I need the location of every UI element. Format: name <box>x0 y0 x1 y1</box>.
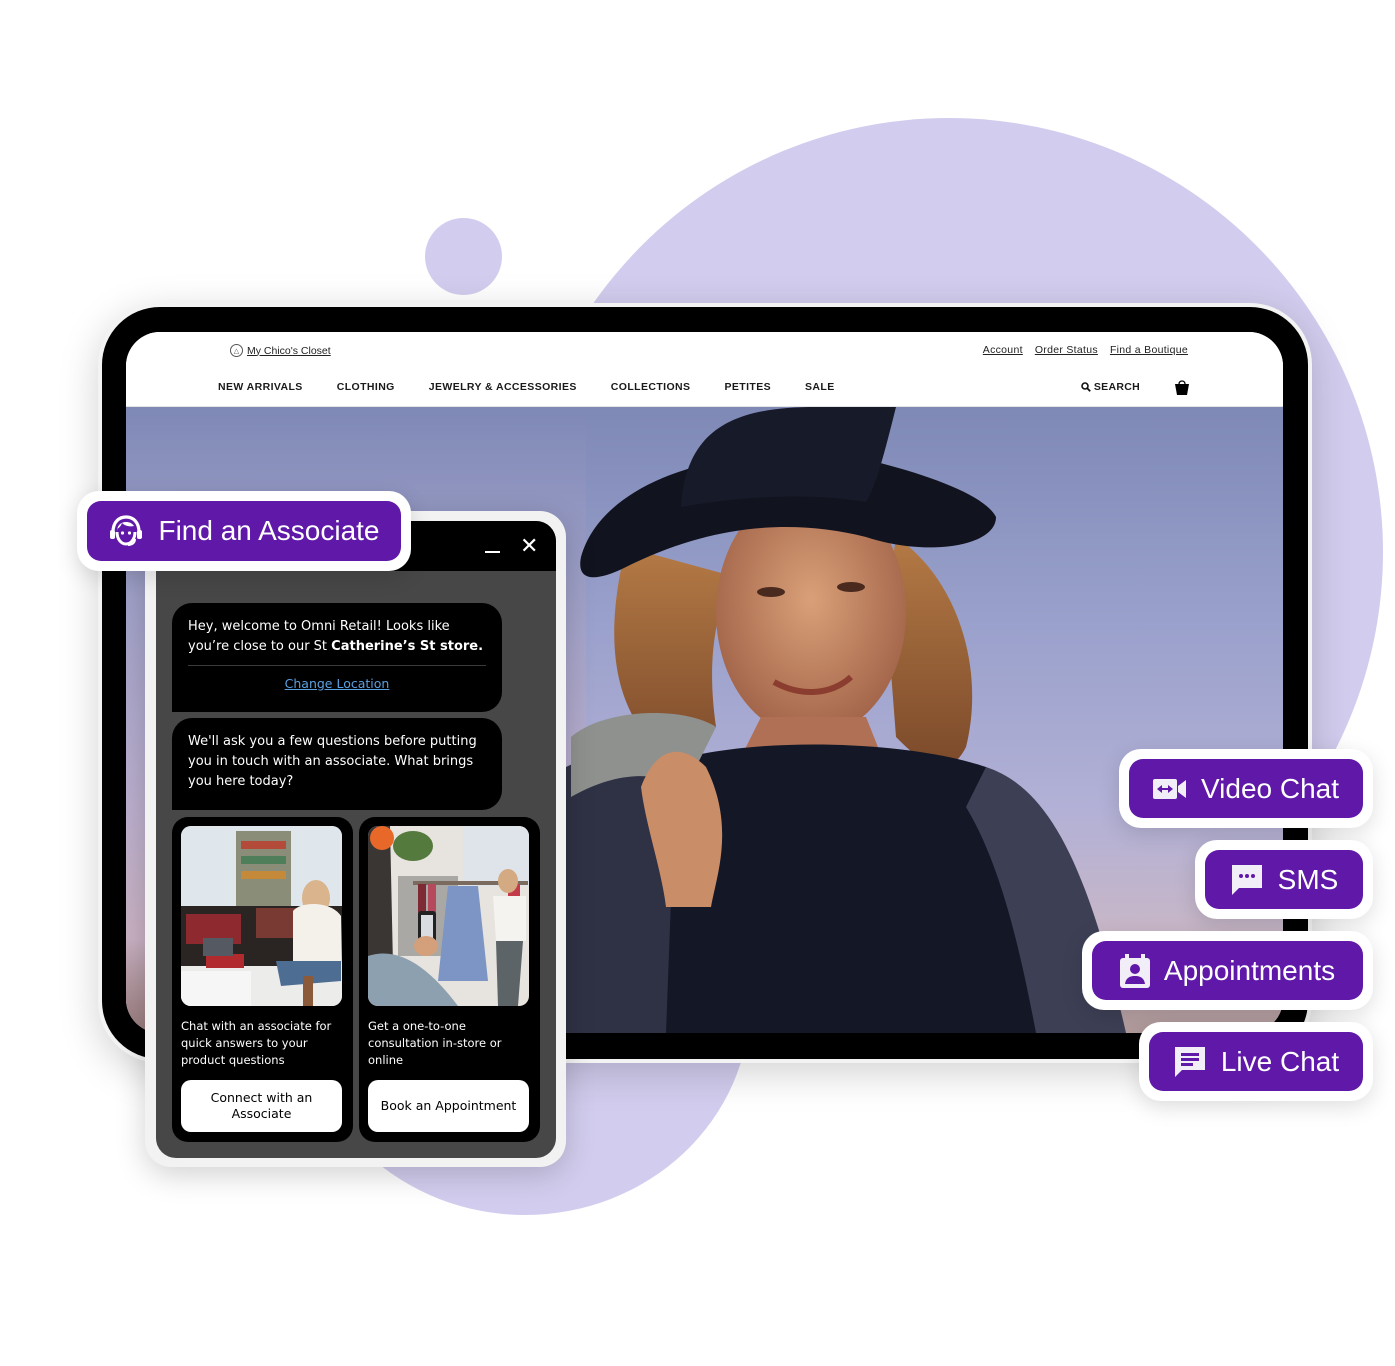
sms-icon <box>1231 864 1262 895</box>
store-name: Catherine’s St store. <box>331 639 484 654</box>
question-message: We'll ask you a few questions before put… <box>172 718 502 810</box>
video-camera-icon <box>1152 778 1186 799</box>
sms-button[interactable]: SMS <box>1205 850 1363 909</box>
nav-new-arrivals[interactable]: NEW ARRIVALS <box>218 381 303 393</box>
video-chat-label: Video Chat <box>1200 772 1340 804</box>
find-associate-button[interactable]: Find an Associate <box>87 501 401 561</box>
option-card-appointment: Get a one-to-one consultation in-store o… <box>359 817 540 1142</box>
nav-jewelry-accessories[interactable]: JEWELRY & ACCESSORIES <box>429 381 577 393</box>
option-description: Chat with an associate for quick answers… <box>181 1019 332 1067</box>
hanger-icon: △ <box>230 344 243 357</box>
sms-frame: SMS <box>1195 840 1373 919</box>
live-chat-label: Live Chat <box>1220 1045 1340 1077</box>
live-chat-frame: Live Chat <box>1139 1022 1373 1101</box>
order-status-link[interactable]: Order Status <box>1035 344 1098 356</box>
background-circle-small <box>425 218 502 295</box>
search-label: SEARCH <box>1093 381 1140 393</box>
nav-sale[interactable]: SALE <box>805 381 835 393</box>
main-nav: NEW ARRIVALS CLOTHING JEWELRY & ACCESSOR… <box>218 381 835 393</box>
sms-label: SMS <box>1277 863 1339 895</box>
search-icon <box>1081 382 1091 392</box>
find-associate-frame: Find an Associate <box>77 491 411 571</box>
headset-agent-icon <box>110 515 143 546</box>
shopping-bag-icon[interactable] <box>1174 378 1190 396</box>
welcome-message: Hey, welcome to Omni Retail! Looks like … <box>172 603 502 712</box>
search-button[interactable]: SEARCH <box>1081 381 1140 393</box>
book-appointment-button[interactable]: Book an Appointment <box>368 1080 529 1132</box>
live-chat-button[interactable]: Live Chat <box>1149 1032 1363 1091</box>
closet-link[interactable]: △ My Chico's Closet <box>230 344 331 357</box>
video-chat-frame: Video Chat <box>1119 749 1373 828</box>
appointments-frame: Appointments <box>1082 931 1373 1010</box>
boutique-consultation-photo <box>368 826 529 1006</box>
option-description: Get a one-to-one consultation in-store o… <box>368 1019 502 1067</box>
calendar-person-icon <box>1119 953 1150 988</box>
option-card-connect: Chat with an associate for quick answers… <box>172 817 353 1142</box>
close-icon[interactable]: ✕ <box>520 535 538 557</box>
find-associate-label: Find an Associate <box>158 515 380 546</box>
nav-clothing[interactable]: CLOTHING <box>337 381 395 393</box>
chat-widget: ✕ Hey, welcome to Omni Retail! Looks lik… <box>156 521 556 1158</box>
change-location-link[interactable]: Change Location <box>188 674 486 694</box>
nav-petites[interactable]: PETITES <box>724 381 771 393</box>
appointments-label: Appointments <box>1163 954 1336 986</box>
appointments-button[interactable]: Appointments <box>1092 941 1363 1000</box>
account-link[interactable]: Account <box>983 344 1023 356</box>
minimize-icon[interactable] <box>485 551 500 553</box>
message-divider <box>188 665 486 666</box>
find-boutique-link[interactable]: Find a Boutique <box>1110 344 1188 356</box>
utility-links: Account Order Status Find a Boutique <box>983 344 1188 356</box>
closet-link-label: My Chico's Closet <box>247 344 331 357</box>
site-header: △ My Chico's Closet Account Order Status… <box>126 332 1283 407</box>
chat-bubble-icon <box>1174 1046 1205 1077</box>
connect-associate-button[interactable]: Connect with an Associate <box>181 1080 342 1132</box>
video-chat-button[interactable]: Video Chat <box>1129 759 1363 818</box>
nav-collections[interactable]: COLLECTIONS <box>611 381 691 393</box>
woman-on-laptop-photo <box>181 826 342 1006</box>
